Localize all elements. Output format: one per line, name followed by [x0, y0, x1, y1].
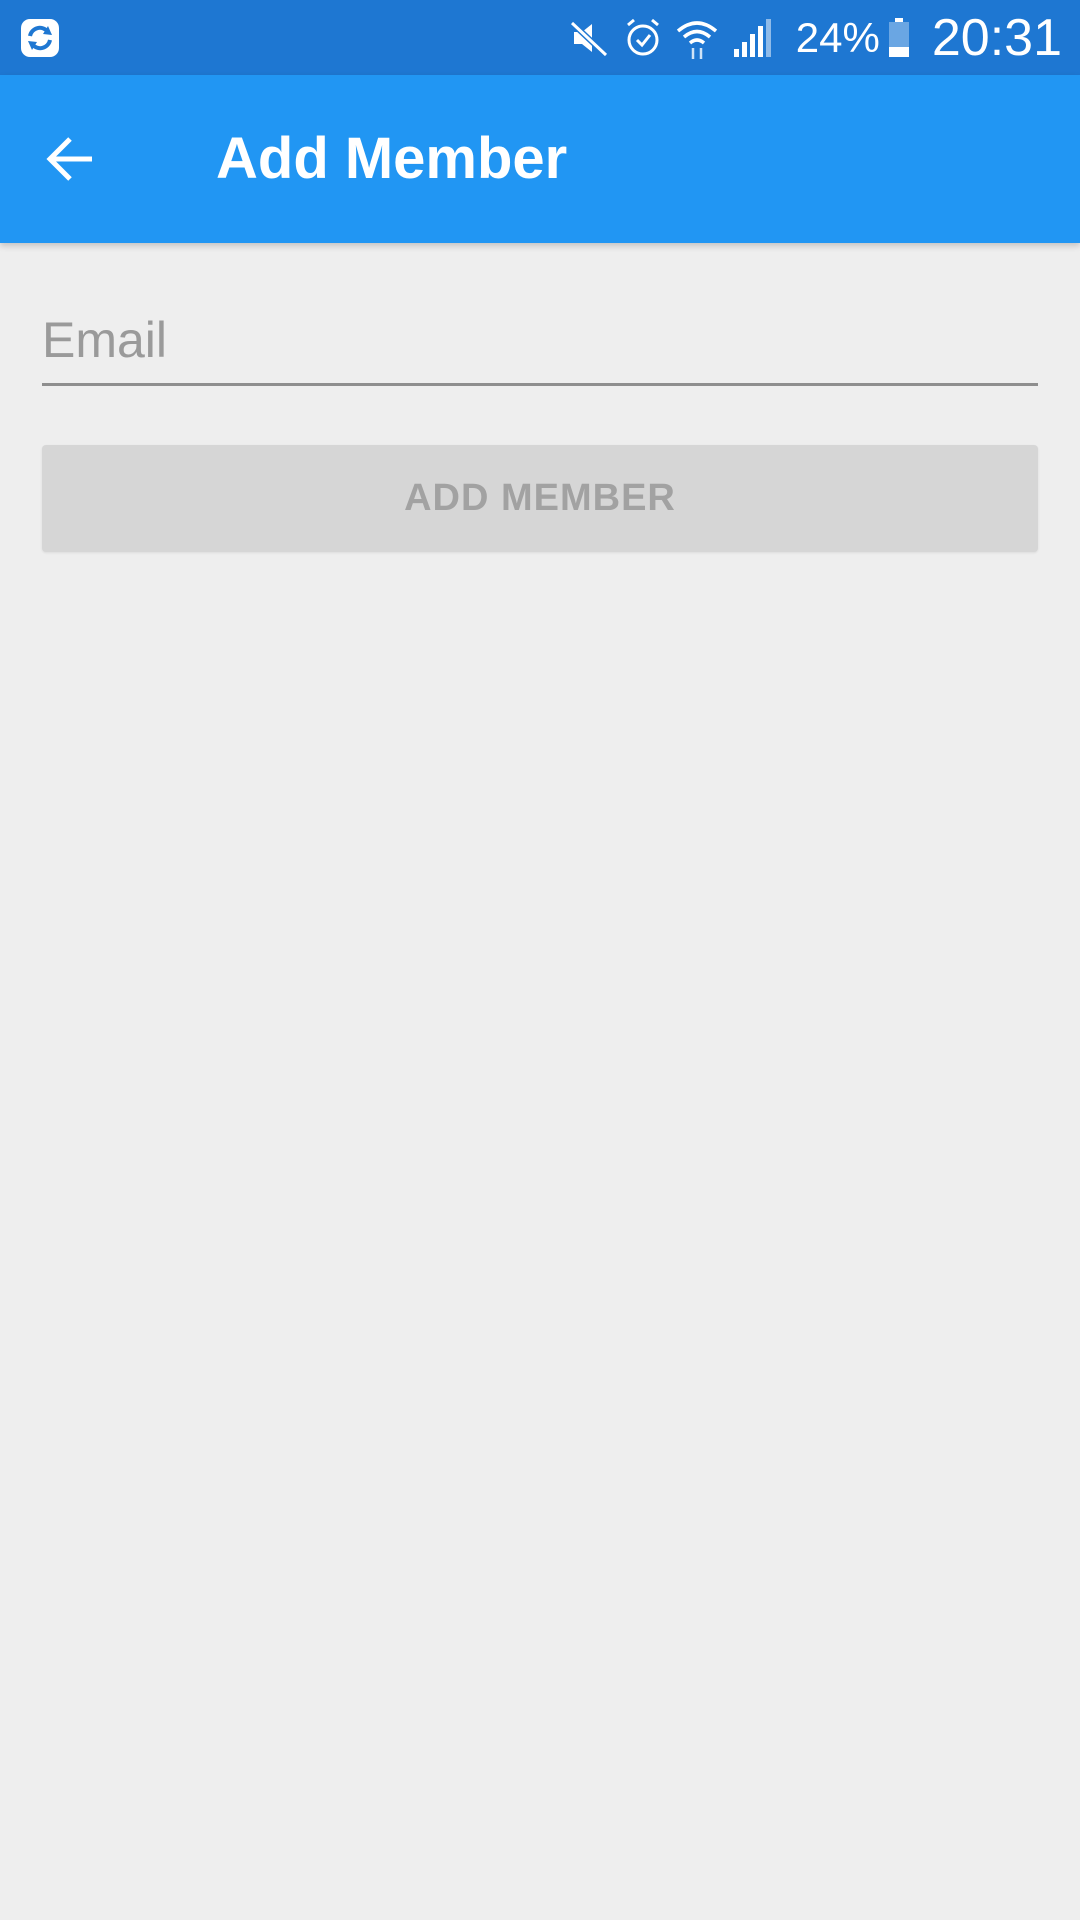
- alarm-icon: [620, 15, 666, 61]
- sync-app-icon: [20, 18, 60, 58]
- status-bar: 24% 20:31: [0, 0, 1080, 75]
- back-button[interactable]: [26, 119, 114, 199]
- signal-icon: [728, 15, 774, 61]
- wifi-icon: [674, 15, 720, 61]
- email-input[interactable]: [42, 300, 1038, 380]
- page-title: Add Member: [216, 126, 568, 191]
- app-bar: Add Member: [0, 75, 1080, 243]
- battery-percent: 24%: [795, 13, 880, 61]
- status-icons: 24% 20:31: [558, 0, 1062, 75]
- arrow-back-icon: [46, 137, 92, 181]
- mute-icon: [566, 15, 612, 61]
- add-member-button[interactable]: ADD MEMBER: [42, 445, 1038, 552]
- email-field[interactable]: [42, 300, 1038, 386]
- status-clock: 20:31: [931, 8, 1062, 67]
- battery-icon: [888, 17, 910, 58]
